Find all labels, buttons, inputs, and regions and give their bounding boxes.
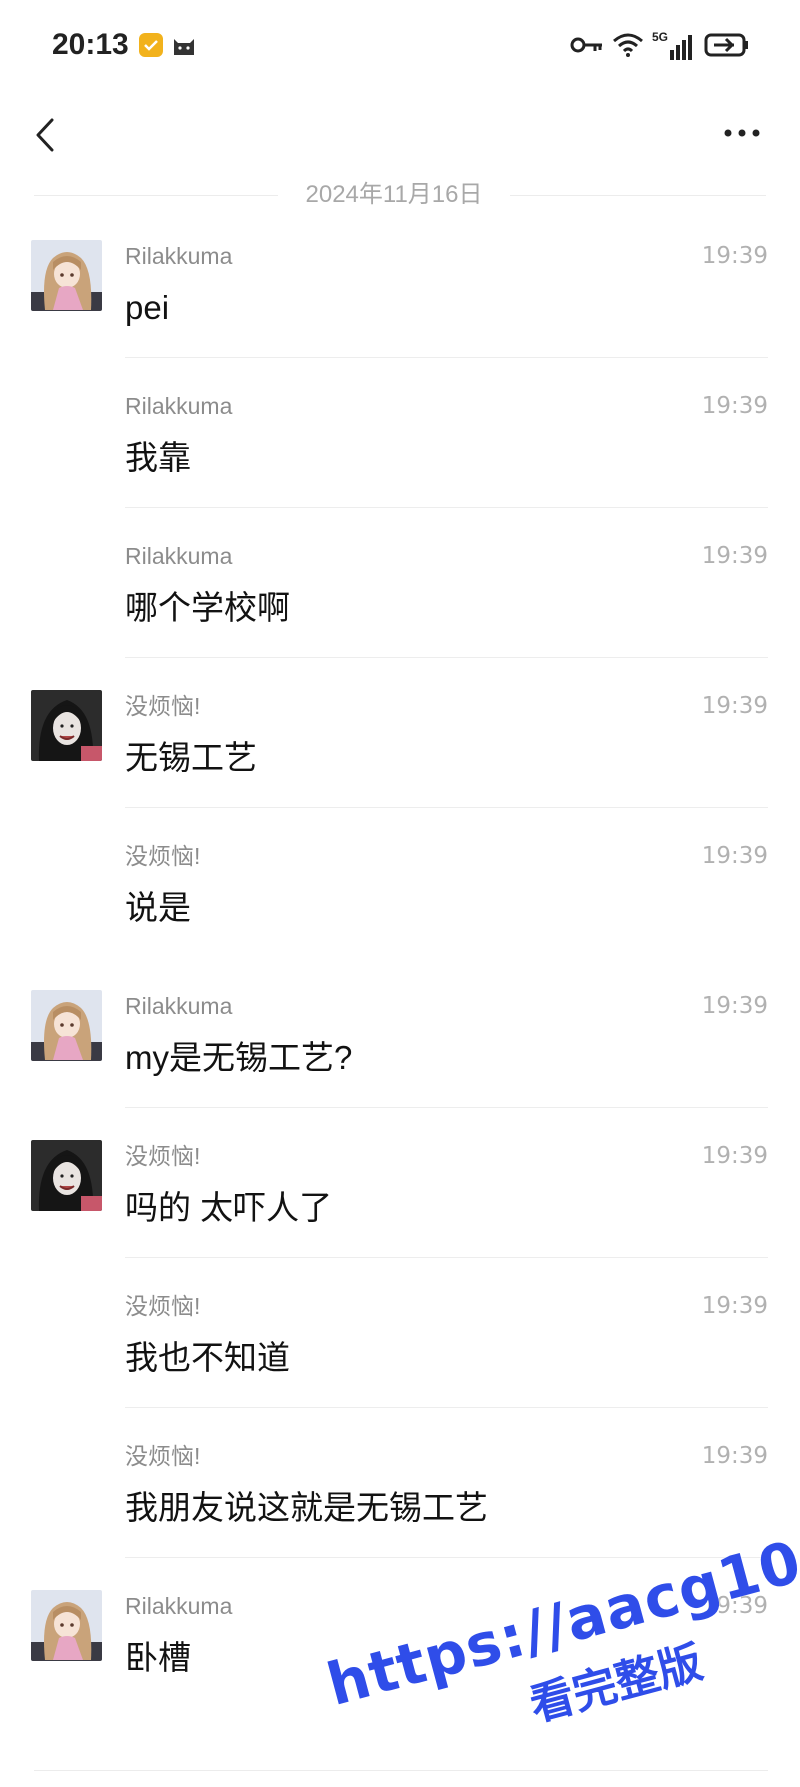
message-time: 19:39	[701, 243, 768, 269]
message-text: 哪个学校啊	[125, 589, 290, 626]
message-sender: Rilakkuma	[125, 243, 233, 269]
message-divider	[125, 657, 768, 658]
message-time: 19:39	[701, 1143, 768, 1169]
date-divider-left	[34, 195, 278, 196]
message-divider	[125, 1407, 768, 1408]
date-separator: 2024年11月16日	[0, 178, 800, 218]
chevron-left-icon	[36, 118, 54, 152]
status-bar: 20:13 5G	[0, 0, 800, 90]
message-item[interactable]: Rilakkuma 19:39 哪个学校啊	[0, 540, 800, 690]
message-divider	[125, 1557, 768, 1558]
message-time: 19:39	[701, 843, 768, 869]
message-sender: 没烦恼!	[125, 693, 201, 719]
message-divider	[125, 1107, 768, 1108]
message-sender: Rilakkuma	[125, 393, 233, 419]
message-time: 19:39	[701, 1293, 768, 1319]
message-item[interactable]: Rilakkuma 19:39 pei	[0, 240, 800, 390]
back-button[interactable]	[22, 110, 72, 160]
message-text: 吗的 太吓人了	[125, 1189, 333, 1226]
message-text: 说是	[125, 889, 191, 926]
avatar-rilakkuma[interactable]	[31, 1590, 102, 1661]
message-divider	[125, 357, 768, 358]
cat-icon	[171, 33, 197, 57]
message-text: 无锡工艺	[125, 739, 257, 776]
message-text: 我靠	[125, 439, 191, 476]
avatar-meifannao[interactable]	[31, 1140, 102, 1211]
message-text: 我朋友说这就是无锡工艺	[125, 1489, 488, 1526]
status-time: 20:13	[52, 28, 129, 61]
message-sender: Rilakkuma	[125, 543, 233, 569]
message-text: 我也不知道	[125, 1339, 290, 1376]
message-time: 19:39	[701, 1593, 768, 1619]
message-divider	[125, 807, 768, 808]
message-divider	[125, 507, 768, 508]
more-options-button[interactable]	[716, 108, 772, 158]
message-sender: Rilakkuma	[125, 993, 233, 1019]
avatar-rilakkuma[interactable]	[31, 990, 102, 1061]
message-text: my是无锡工艺?	[125, 1039, 353, 1076]
more-dots-icon	[724, 129, 760, 137]
avatar-rilakkuma[interactable]	[31, 240, 102, 311]
message-sender: 没烦恼!	[125, 843, 201, 869]
status-icons: 5G	[570, 30, 750, 64]
message-item[interactable]: 没烦恼! 19:39 我朋友说这就是无锡工艺	[0, 1440, 800, 1590]
date-label: 2024年11月16日	[305, 181, 483, 208]
message-time: 19:39	[701, 543, 768, 569]
battery-charging-icon	[704, 32, 750, 63]
message-text: pei	[125, 289, 170, 326]
date-divider-right	[510, 195, 766, 196]
app-notification-icon	[139, 33, 163, 57]
message-text: 卧槽	[125, 1639, 191, 1676]
cellular-signal-icon: 5G	[652, 30, 696, 62]
message-time: 19:39	[701, 1443, 768, 1469]
message-item[interactable]: 没烦恼! 19:39 无锡工艺	[0, 690, 800, 840]
message-divider	[125, 1257, 768, 1258]
message-item[interactable]: Rilakkuma 19:39 卧槽	[0, 1590, 800, 1740]
vpn-key-icon	[570, 35, 604, 60]
nav-bar	[0, 90, 800, 180]
wifi-icon	[612, 32, 644, 63]
message-sender: 没烦恼!	[125, 1293, 201, 1319]
avatar-meifannao[interactable]	[31, 690, 102, 761]
message-item[interactable]: 没烦恼! 19:39 说是	[0, 840, 800, 990]
message-time: 19:39	[701, 393, 768, 419]
message-item[interactable]: Rilakkuma 19:39 my是无锡工艺?	[0, 990, 800, 1140]
message-sender: 没烦恼!	[125, 1443, 201, 1469]
message-sender: Rilakkuma	[125, 1593, 233, 1619]
message-item[interactable]: Rilakkuma 19:39 我靠	[0, 390, 800, 540]
message-item[interactable]: 没烦恼! 19:39 我也不知道	[0, 1290, 800, 1440]
message-time: 19:39	[701, 693, 768, 719]
message-sender: 没烦恼!	[125, 1143, 201, 1169]
message-item[interactable]: 没烦恼! 19:39 吗的 太吓人了	[0, 1140, 800, 1290]
message-time: 19:39	[701, 993, 768, 1019]
bottom-divider	[34, 1770, 768, 1771]
